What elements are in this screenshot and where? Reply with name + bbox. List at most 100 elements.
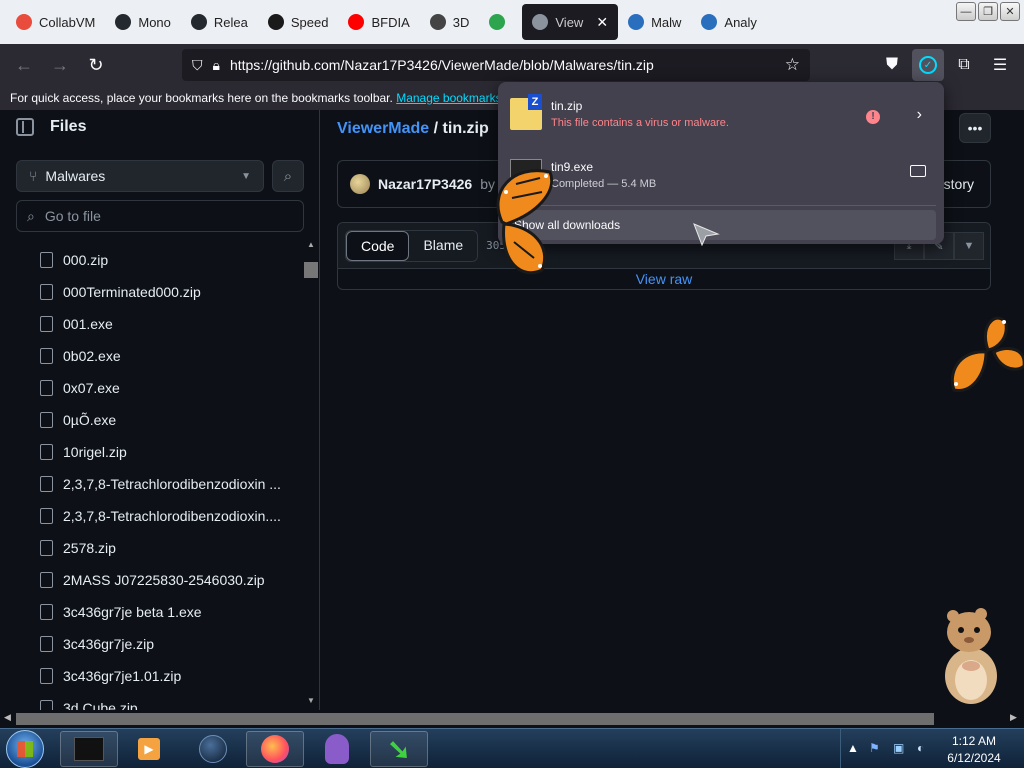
search-button[interactable]: ⌕ — [272, 160, 304, 192]
commit-author[interactable]: Nazar17P3426 — [378, 176, 472, 192]
horizontal-scrollbar[interactable]: ◀ ▶ — [0, 710, 1024, 728]
minimize-button[interactable]: — — [956, 2, 976, 21]
url-bar[interactable]: ⛉ 🔒︎ https://github.com/Nazar17P3426/Vie… — [182, 49, 810, 81]
lock-icon[interactable]: 🔒︎ — [213, 57, 220, 74]
action-center-icon[interactable]: ⚑ — [869, 741, 880, 755]
clock[interactable]: 1:12 AM 6/12/2024 — [941, 733, 1007, 767]
file-tree-item[interactable]: 10rigel.zip — [40, 436, 290, 468]
downloads-panel: Z tin.zip This file contains a virus or … — [498, 82, 944, 244]
view-raw-link[interactable]: View raw — [338, 269, 990, 290]
browser-tab[interactable]: Relea — [181, 4, 258, 40]
file-tree-item[interactable]: 0x07.exe — [40, 372, 290, 404]
taskbar-firefox-button[interactable] — [246, 731, 304, 767]
browser-tab[interactable] — [479, 4, 522, 40]
file-tree-item[interactable]: 0b02.exe — [40, 340, 290, 372]
file-tree-item[interactable]: 000Terminated000.zip — [40, 276, 290, 308]
back-button[interactable]: ← — [6, 49, 42, 81]
file-tree-item[interactable]: 2,3,7,8-Tetrachlorodibenzodioxin ... — [40, 468, 290, 500]
green-arrow-icon: ➘ — [387, 733, 411, 765]
taskbar-terminal-button[interactable] — [60, 731, 118, 767]
menu-button[interactable]: ☰ — [984, 49, 1016, 81]
scrollbar-thumb[interactable] — [304, 262, 318, 278]
tab-blame[interactable]: Blame — [409, 230, 478, 261]
sidebar-collapse-icon[interactable] — [16, 118, 34, 136]
close-tab-icon[interactable]: ✕ — [596, 14, 608, 31]
taskbar-media-button[interactable]: ▶ — [120, 731, 178, 767]
scrollbar-thumb[interactable] — [16, 713, 934, 725]
firefox-icon — [261, 735, 289, 763]
downloads-button[interactable]: ✓ — [912, 49, 944, 81]
file-tree-item[interactable]: 001.exe — [40, 308, 290, 340]
file-tree-item-label: 3c436gr7je.zip — [63, 636, 155, 652]
butterfly-icon — [496, 169, 554, 275]
network-icon[interactable]: ▣ — [893, 741, 904, 755]
taskbar-bonzi-button[interactable] — [308, 731, 366, 767]
search-icon: ⌕ — [283, 167, 293, 185]
browser-tab[interactable]: Speed — [258, 4, 339, 40]
tab-label: CollabVM — [39, 14, 96, 30]
repo-link[interactable]: ViewerMade — [337, 120, 429, 137]
shield-icon[interactable]: ⛉ — [192, 57, 203, 74]
browser-tab[interactable]: CollabVM — [6, 4, 105, 40]
tab-code[interactable]: Code — [346, 230, 410, 261]
taskbar-globe-button[interactable] — [184, 731, 242, 767]
file-tree-item[interactable]: 2578.zip — [40, 532, 290, 564]
start-button[interactable] — [6, 730, 44, 768]
file-tree-item-label: 0µÕ.exe — [63, 412, 117, 428]
folder-icon[interactable] — [910, 165, 926, 177]
show-all-downloads-button[interactable]: Show all downloads — [506, 210, 936, 240]
file-tree-item[interactable]: 000.zip — [40, 244, 290, 276]
bookmarks-hint: For quick access, place your bookmarks h… — [10, 91, 393, 105]
file-tree-item-label: 001.exe — [63, 316, 113, 332]
file-tree-item[interactable]: 3d Cube.zip — [40, 692, 290, 710]
extensions-button[interactable]: ⧉ — [948, 49, 980, 81]
chevron-right-icon[interactable]: › — [917, 106, 922, 124]
scroll-left-icon[interactable]: ◀ — [4, 712, 11, 723]
browser-tab[interactable]: 3D — [420, 4, 480, 40]
more-options-button[interactable]: ••• — [959, 113, 991, 143]
file-icon — [40, 508, 53, 524]
tab-favicon-icon — [628, 14, 645, 30]
volume-icon[interactable]: ◐ — [917, 741, 924, 755]
show-hidden-icons-icon[interactable]: ▲ — [847, 741, 859, 755]
file-icon — [40, 316, 53, 332]
download-item[interactable]: tin9.exe Completed — 5.4 MB — [498, 145, 944, 205]
scroll-right-icon[interactable]: ▶ — [1010, 712, 1017, 723]
edit-dropdown-button[interactable]: ▼ — [954, 232, 984, 260]
file-tree-item[interactable]: 3c436gr7je1.01.zip — [40, 660, 290, 692]
pocket-button[interactable]: ⛊ — [876, 49, 908, 81]
branch-selector[interactable]: ⑂ Malwares ▼ — [16, 160, 264, 192]
file-tree-item[interactable]: 2MASS J07225830-2546030.zip — [40, 564, 290, 596]
file-icon — [40, 284, 53, 300]
forward-button[interactable]: → — [42, 49, 78, 81]
nav-bar: ← → ↻ ⛉ 🔒︎ https://github.com/Nazar17P34… — [0, 44, 1024, 86]
globe-icon — [199, 735, 227, 763]
file-tree-item[interactable]: 0µÕ.exe — [40, 404, 290, 436]
tab-favicon-icon — [429, 14, 446, 30]
scroll-down-icon[interactable]: ▼ — [307, 696, 315, 705]
scroll-up-icon[interactable]: ▲ — [307, 240, 315, 249]
download-item[interactable]: Z tin.zip This file contains a virus or … — [498, 84, 944, 144]
maximize-button[interactable]: ❐ — [978, 2, 998, 21]
file-tree-item[interactable]: 3c436gr7je.zip — [40, 628, 290, 660]
browser-tab[interactable]: Analy — [691, 4, 767, 40]
manage-bookmarks-link[interactable]: Manage bookmarks... — [396, 91, 511, 105]
media-player-icon: ▶ — [138, 738, 160, 760]
browser-tab[interactable]: View ✕ — [522, 4, 619, 40]
file-tree-item[interactable]: 3c436gr7je beta 1.exe — [40, 596, 290, 628]
reload-button[interactable]: ↻ — [78, 49, 114, 81]
browser-tab[interactable]: Malw — [618, 4, 691, 40]
close-window-button[interactable]: ✕ — [1000, 2, 1020, 21]
url-text[interactable]: https://github.com/Nazar17P3426/ViewerMa… — [230, 57, 654, 73]
browser-tab[interactable]: Mono — [105, 4, 181, 40]
bookmark-star-icon[interactable]: ☆ — [785, 55, 800, 75]
browser-tab[interactable]: BFDIA — [338, 4, 419, 40]
taskbar: ▶ ➘ ▲ ⚑ ▣ ◐ 1:12 AM 6/12/2024 — [0, 728, 1024, 768]
avatar[interactable] — [350, 174, 370, 194]
go-to-file-input[interactable]: ⌕ Go to file — [16, 200, 304, 232]
file-tree-item[interactable]: 2,3,7,8-Tetrachlorodibenzodioxin.... — [40, 500, 290, 532]
tab-favicon-icon — [16, 14, 32, 30]
sidebar-scrollbar[interactable]: ▲ ▼ — [304, 240, 318, 710]
system-tray: ▲ ⚑ ▣ ◐ 1:12 AM 6/12/2024 — [840, 729, 1024, 768]
taskbar-download-button[interactable]: ➘ — [370, 731, 428, 767]
